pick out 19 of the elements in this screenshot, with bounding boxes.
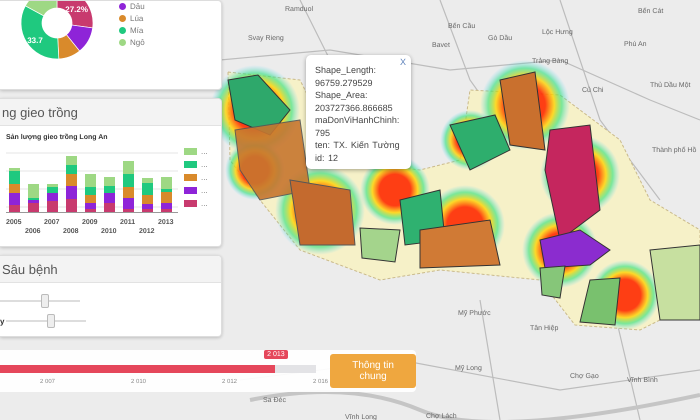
legend-label: Ngô bbox=[130, 38, 145, 47]
popup-text: Shape_Length: 96759.279529 Shape_Area: 203727366.866685 maDonViHanhChinh: 795 ten: TX. Kiến Tường id: 12 bbox=[315, 65, 401, 164]
legend-label: ... bbox=[201, 199, 208, 208]
info-button[interactable]: Thông tin chung bbox=[330, 354, 416, 388]
legend-label: ... bbox=[201, 147, 208, 156]
legend-label: ... bbox=[201, 186, 208, 195]
slice-label: 33.7 bbox=[27, 36, 43, 45]
close-button[interactable]: X bbox=[400, 57, 406, 67]
legend-label: Mía bbox=[130, 26, 144, 35]
slider-thumb[interactable] bbox=[47, 314, 56, 328]
legend-label: ... bbox=[201, 173, 208, 182]
slider-thumb[interactable] bbox=[41, 294, 49, 308]
legend-label: Lúa bbox=[130, 14, 144, 23]
panel-title: Sâu bệnh bbox=[2, 262, 58, 276]
legend-label: ... bbox=[201, 160, 208, 169]
slider-label: y bbox=[0, 316, 4, 326]
panel-title: ng gieo trồng bbox=[2, 104, 78, 120]
slice-label: 27.2% bbox=[65, 4, 88, 14]
legend-label: Dâu bbox=[130, 2, 145, 11]
